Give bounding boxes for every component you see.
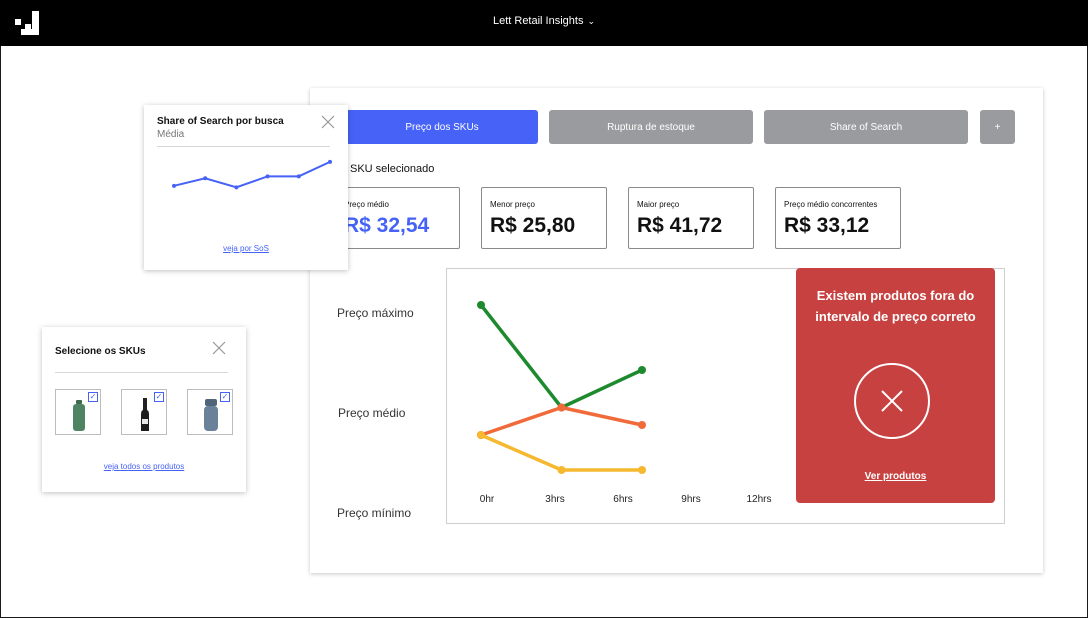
checkbox-checked-icon[interactable]: ✓ — [220, 392, 230, 402]
divider — [55, 372, 228, 373]
stat-value: R$ 32,54 — [344, 214, 430, 237]
stat-card-menor-preco: Menor preço R$ 25,80 — [481, 187, 607, 249]
stat-value: R$ 25,80 — [490, 214, 576, 237]
tab-share-of-search[interactable]: Share of Search — [764, 110, 968, 144]
stat-label: Preço médio — [344, 200, 389, 209]
app-title: Lett Retail Insights — [492, 15, 584, 27]
checkbox-checked-icon[interactable]: ✓ — [154, 392, 164, 402]
add-tab-button[interactable]: + — [980, 110, 1015, 144]
tab-ruptura-de-estoque[interactable]: Ruptura de estoque — [549, 110, 753, 144]
y-label-preco-maximo: Preço máximo — [337, 306, 414, 320]
sku-card-title: Selecione os SKUs — [55, 346, 146, 357]
sku-item-green-bottle[interactable]: ✓ — [55, 389, 101, 435]
share-card-subtitle: Média — [157, 129, 185, 140]
stat-value: R$ 33,12 — [784, 214, 870, 237]
chevron-down-icon: ⌄ — [587, 16, 596, 26]
tab-preco-dos-skus[interactable]: Preço dos SKUs — [346, 110, 538, 144]
y-label-preco-medio: Preço médio — [338, 406, 406, 420]
close-icon[interactable] — [321, 115, 335, 129]
x-tick-12hrs: 12hrs — [746, 494, 772, 505]
stat-label: Menor preço — [490, 200, 535, 209]
top-bar: Lett Retail Insights ⌄ — [0, 0, 1088, 46]
sku-selected-label: SKU selecionado — [350, 163, 435, 175]
x-tick-3hrs: 3hrs — [545, 494, 565, 505]
stat-card-maior-preco: Maior preço R$ 41,72 — [628, 187, 754, 249]
alert-message: Existem produtos fora do intervalo de pr… — [815, 288, 976, 324]
stat-label: Maior preço — [637, 200, 680, 209]
x-tick-9hrs: 9hrs — [681, 494, 701, 505]
stat-card-preco-medio: Preço médio R$ 32,54 — [335, 187, 460, 249]
close-circle-icon — [854, 363, 930, 439]
ver-produtos-link[interactable]: Ver produtos — [796, 471, 995, 482]
divider — [157, 146, 330, 147]
y-label-preco-minimo: Preço mínimo — [337, 506, 412, 520]
x-tick-6hrs: 6hrs — [613, 494, 633, 505]
close-icon[interactable] — [212, 341, 226, 355]
app-title-dropdown[interactable]: Lett Retail Insights ⌄ — [0, 15, 1088, 27]
sku-item-blue-flask[interactable]: ✓ — [187, 389, 233, 435]
veja-por-sos-link[interactable]: veja por SoS — [144, 244, 348, 253]
price-alert-panel: Existem produtos fora do intervalo de pr… — [796, 268, 995, 503]
stat-label: Preço médio concorrentes — [784, 200, 878, 209]
checkbox-checked-icon[interactable]: ✓ — [88, 392, 98, 402]
share-card-title: Share of Search por busca — [157, 116, 284, 127]
veja-todos-os-produtos-link[interactable]: veja todos os produtos — [42, 462, 246, 471]
sku-item-wine-bottle[interactable]: ✓ — [121, 389, 167, 435]
stat-value: R$ 41,72 — [637, 214, 723, 237]
close-icon — [881, 390, 903, 412]
x-tick-0hr: 0hr — [479, 494, 495, 505]
stat-card-preco-medio-concorrentes: Preço médio concorrentes R$ 33,12 — [775, 187, 901, 249]
